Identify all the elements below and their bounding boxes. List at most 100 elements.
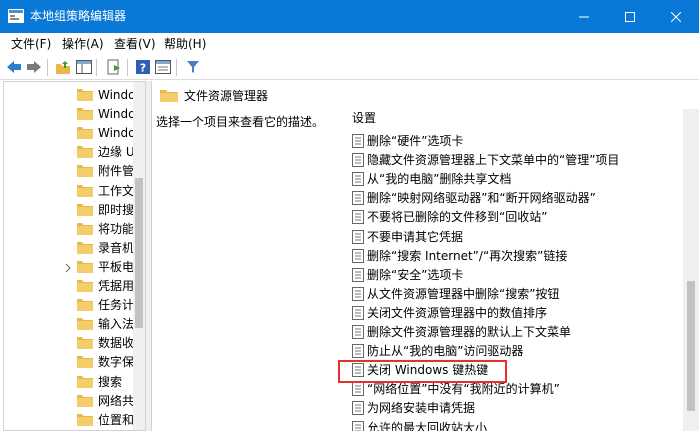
- title-bar: 本地组策略编辑器: [0, 0, 699, 33]
- setting-row[interactable]: 删除“映射网络驱动器”和“断开网络驱动器”: [340, 189, 684, 208]
- tree-item[interactable]: 输入法: [4, 315, 134, 334]
- tree-item-label: 输入法: [98, 317, 134, 332]
- properties-button[interactable]: [154, 58, 172, 76]
- setting-row[interactable]: 删除文件资源管理器的默认上下文菜单: [340, 323, 684, 342]
- policy-setting-icon: [352, 134, 364, 151]
- up-folder-button[interactable]: [54, 58, 72, 76]
- setting-row[interactable]: 不要申请其它凭据: [340, 228, 684, 247]
- setting-row[interactable]: 从文件资源管理器中删除“搜索”按钮: [340, 285, 684, 304]
- window-title: 本地组策略编辑器: [30, 9, 127, 23]
- scrollbar-thumb[interactable]: [135, 178, 143, 328]
- folder-icon: [77, 107, 93, 123]
- tree-item[interactable]: 即时搜: [4, 201, 134, 220]
- help-button[interactable]: ?: [134, 58, 152, 76]
- menu-action[interactable]: 操作(A): [62, 37, 104, 51]
- policy-setting-icon: [352, 305, 364, 323]
- back-button[interactable]: [5, 58, 23, 76]
- policy-setting-icon: [352, 286, 364, 304]
- folder-icon: [77, 88, 93, 104]
- tree-scrollbar[interactable]: [133, 82, 145, 430]
- tree-item-label: 任务计: [98, 298, 134, 313]
- folder-icon: [77, 336, 93, 352]
- tree-item[interactable]: 附件管: [4, 162, 134, 181]
- folder-icon: [77, 317, 93, 333]
- tree-item[interactable]: 凭据用: [4, 277, 134, 296]
- close-button[interactable]: [653, 0, 699, 33]
- setting-row[interactable]: 从“我的电脑”删除共享文档: [340, 170, 684, 189]
- tree-item[interactable]: Windo: [4, 105, 134, 124]
- menu-file[interactable]: 文件(F): [11, 37, 51, 51]
- setting-label: 从文件资源管理器中删除“搜索”按钮: [367, 286, 560, 301]
- tree-item-label: 录音机: [98, 240, 134, 255]
- folder-icon: [77, 394, 93, 410]
- policy-setting-icon: [352, 229, 364, 247]
- setting-row[interactable]: 删除“搜索 Internet”/“再次搜索”链接: [340, 247, 684, 266]
- setting-row[interactable]: 防止从“我的电脑”访问驱动器: [340, 342, 684, 361]
- chevron-right-icon[interactable]: [64, 262, 72, 276]
- folder-icon: [77, 279, 93, 295]
- tree-item-label: Windo: [98, 88, 134, 102]
- setting-label: 删除“安全”选项卡: [367, 267, 464, 282]
- export-list-icon: [107, 59, 120, 75]
- setting-row[interactable]: 隐藏文件资源管理器上下文菜单中的“管理”项目: [340, 151, 684, 170]
- tree-item[interactable]: 位置和: [4, 411, 134, 430]
- tree-item-label: 位置和: [98, 412, 134, 427]
- folder-icon: [77, 222, 93, 238]
- back-icon: [7, 61, 21, 73]
- menu-view[interactable]: 查看(V): [114, 37, 156, 51]
- policy-setting-icon: [352, 420, 364, 431]
- policy-setting-icon: [352, 210, 364, 227]
- tree-item[interactable]: 平板电: [4, 258, 134, 277]
- policy-setting-icon: [352, 401, 364, 418]
- tree-item-label: 工作文: [98, 183, 134, 198]
- tree-item[interactable]: 网络共: [4, 392, 134, 411]
- maximize-icon: [625, 11, 635, 22]
- setting-label: 关闭文件资源管理器中的数值排序: [367, 305, 548, 320]
- show-hide-tree-button[interactable]: [75, 58, 93, 76]
- minimize-button[interactable]: [561, 0, 607, 33]
- scrollbar-thumb[interactable]: [687, 281, 695, 411]
- maximize-button[interactable]: [607, 0, 653, 33]
- svg-text:?: ?: [140, 62, 146, 75]
- setting-label: 隐藏文件资源管理器上下文菜单中的“管理”项目: [367, 153, 620, 168]
- vertical-scrollbar[interactable]: [683, 109, 699, 431]
- toolbar-separator: [176, 59, 177, 76]
- toolbar-separator: [47, 59, 48, 76]
- setting-row[interactable]: 删除“安全”选项卡: [340, 266, 684, 285]
- policy-setting-icon: [352, 248, 364, 266]
- setting-row[interactable]: “网络位置”中没有“我附近的计算机”: [340, 380, 684, 399]
- tree-item[interactable]: 数字保: [4, 353, 134, 372]
- tree-item[interactable]: 数据收: [4, 334, 134, 353]
- tree-item[interactable]: Windo: [4, 124, 134, 143]
- description-area: 选择一个项目来查看它的描述。: [152, 109, 340, 431]
- tree-item[interactable]: 工作文: [4, 182, 134, 201]
- tree-item-label: 即时搜: [98, 202, 134, 217]
- tree-item[interactable]: 任务计: [4, 296, 134, 315]
- setting-row[interactable]: 删除“硬件”选项卡: [340, 132, 684, 151]
- setting-row[interactable]: 关闭文件资源管理器中的数值排序: [340, 304, 684, 323]
- help-icon: ?: [136, 60, 150, 75]
- setting-row[interactable]: 允许的最大回收站大小: [340, 419, 684, 431]
- tree-item[interactable]: 将功能: [4, 220, 134, 239]
- filter-button[interactable]: [184, 58, 202, 76]
- setting-row[interactable]: 不要将已删除的文件移到“回收站”: [340, 208, 684, 227]
- policy-setting-icon: [352, 325, 364, 342]
- tree-item-label: 网络共: [98, 393, 134, 408]
- tree-item[interactable]: Windo: [4, 86, 134, 105]
- export-list-button[interactable]: [105, 58, 123, 76]
- tree-item-label: 将功能: [98, 221, 134, 236]
- settings-column-header[interactable]: 设置: [352, 111, 376, 125]
- forward-button[interactable]: [25, 58, 43, 76]
- setting-label: 不要申请其它凭据: [367, 229, 464, 244]
- tree-item[interactable]: 边缘 U: [4, 143, 134, 162]
- tree-item[interactable]: 搜索: [4, 373, 134, 392]
- tree-item[interactable]: 录音机: [4, 239, 134, 258]
- menu-help[interactable]: 帮助(H): [164, 37, 206, 51]
- setting-row[interactable]: 为网络安装申请凭据: [340, 399, 684, 418]
- setting-label: 为网络安装申请凭据: [367, 401, 476, 416]
- folder-icon: [77, 184, 93, 200]
- folder-icon: [77, 298, 93, 314]
- description-text: 选择一个项目来查看它的描述。: [156, 115, 325, 129]
- properties-icon: [155, 60, 171, 74]
- toolbar: ?: [0, 55, 699, 80]
